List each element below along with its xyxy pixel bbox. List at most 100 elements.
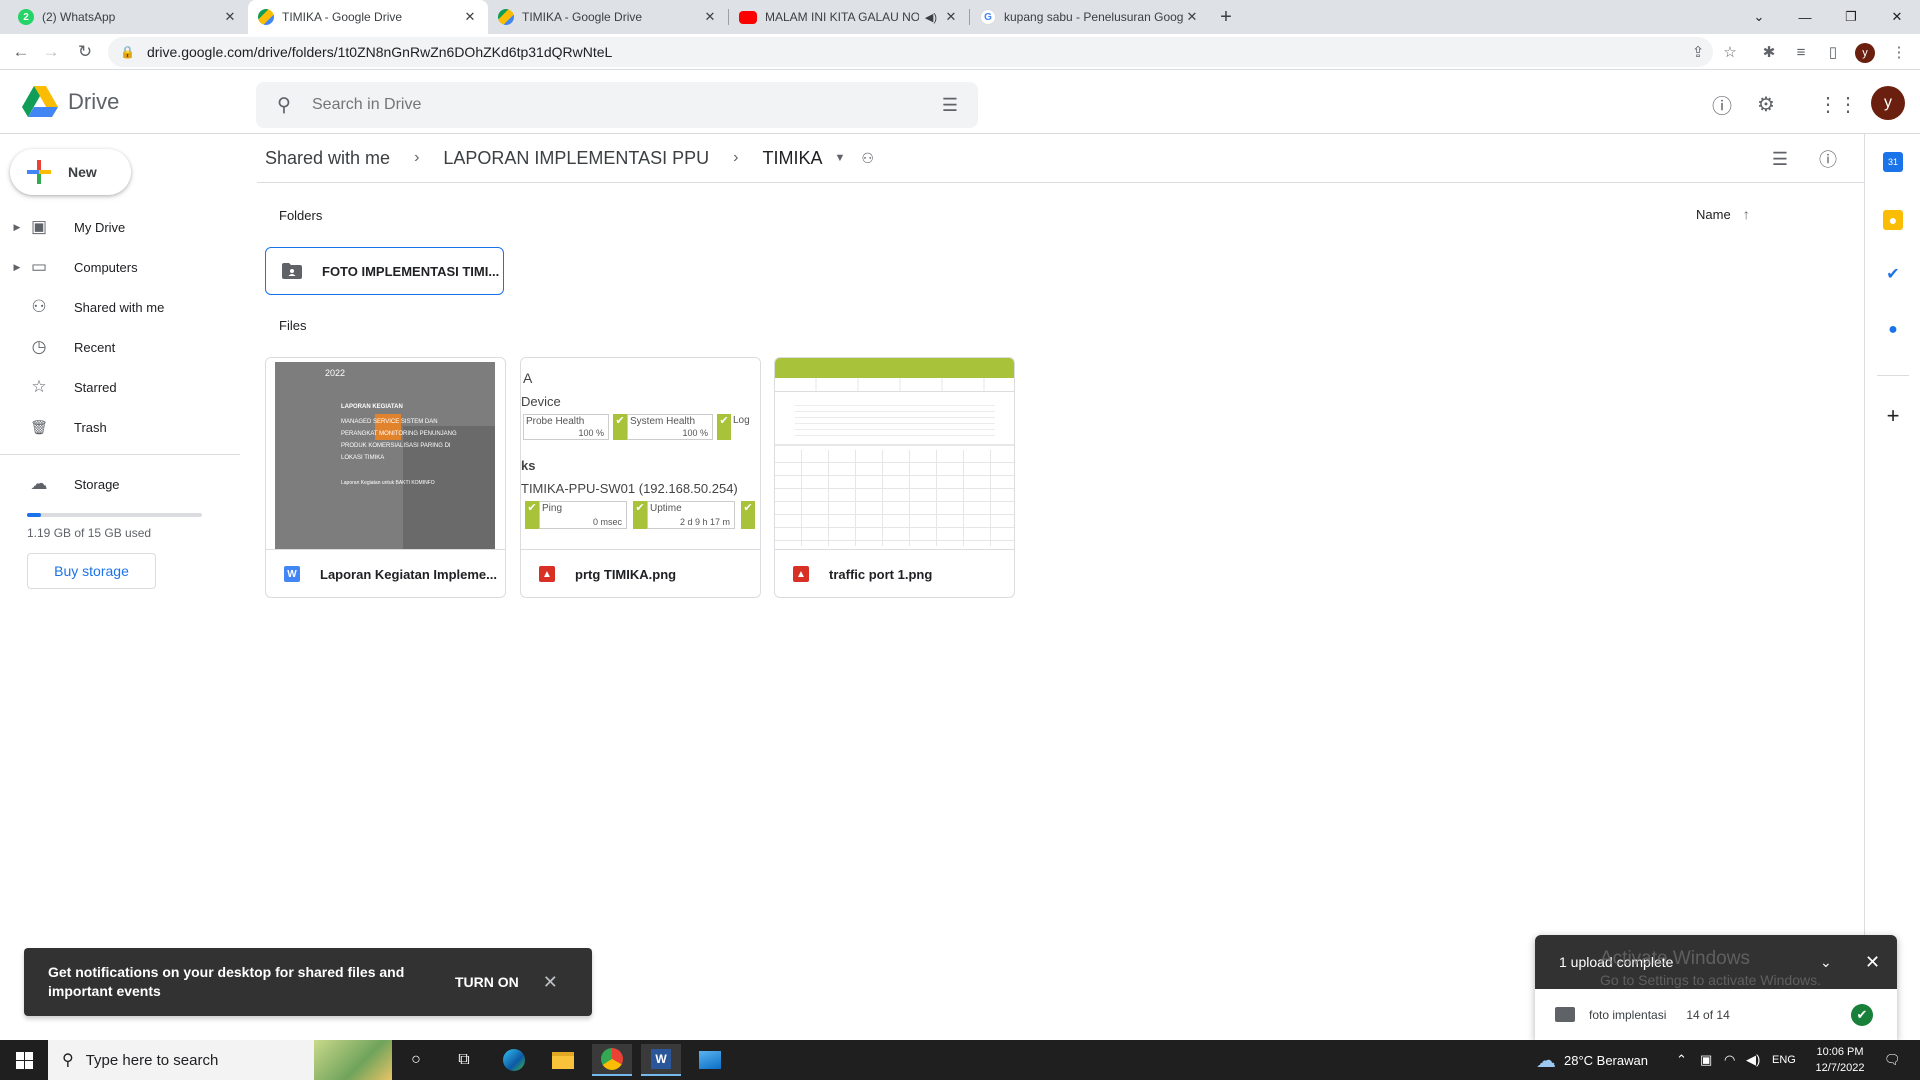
wifi-icon[interactable]: ◠ — [1724, 1040, 1735, 1080]
taskbar-clock[interactable]: 10:06 PM 12/7/2022 — [1800, 1044, 1880, 1076]
close-tab-icon[interactable]: ✕ — [1184, 9, 1200, 25]
side-panel-icon[interactable]: ▯ — [1819, 38, 1847, 66]
task-view-icon[interactable]: ⧉ — [444, 1044, 484, 1076]
new-tab-button[interactable]: + — [1214, 0, 1238, 34]
keep-icon[interactable]: ● — [1883, 210, 1903, 230]
file-explorer-icon[interactable] — [543, 1044, 583, 1076]
media-control-icon[interactable]: ≡ — [1787, 38, 1815, 66]
forward-button[interactable]: → — [37, 38, 65, 66]
sidebar-item-recent[interactable]: ◷ Recent — [0, 330, 240, 364]
close-icon[interactable]: ✕ — [1865, 952, 1880, 973]
sort-arrow-up-icon[interactable]: ↑ — [1743, 206, 1750, 222]
browser-tab[interactable]: MALAM INI KITA GALAU NO ◀) ✕ — [729, 0, 969, 34]
search-highlight-image — [314, 1040, 392, 1080]
sidebar-item-label: My Drive — [74, 219, 126, 235]
taskbar-search-placeholder: Type here to search — [85, 1051, 219, 1069]
search-icon[interactable]: ⚲ — [256, 94, 312, 117]
profile-avatar[interactable]: y — [1855, 43, 1875, 63]
sidebar-item-starred[interactable]: ☆ Starred — [0, 370, 240, 404]
file-thumbnail: A Device Probe Health 100 % ✔ System Hea… — [521, 358, 760, 550]
share-icon[interactable]: ⇪ — [1684, 38, 1712, 66]
apps-grid-icon[interactable]: ⋮⋮ — [1818, 86, 1858, 122]
windows-start-button[interactable] — [0, 1040, 48, 1080]
buy-storage-button[interactable]: Buy storage — [27, 553, 156, 589]
minimize-button[interactable]: — — [1782, 0, 1828, 34]
volume-icon[interactable]: ◀) — [1746, 1040, 1760, 1080]
drive-logo[interactable]: Drive — [22, 86, 119, 118]
close-tab-icon[interactable]: ✕ — [943, 9, 959, 25]
list-view-icon[interactable]: ☰ — [1762, 143, 1798, 175]
close-icon[interactable]: ✕ — [543, 972, 558, 993]
browser-tab[interactable]: G kupang sabu - Penelusuran Goog ✕ — [970, 0, 1210, 34]
close-tab-icon[interactable]: ✕ — [222, 9, 238, 25]
extensions-icon[interactable]: ✱ — [1755, 38, 1783, 66]
help-icon[interactable]: ⓘ — [1704, 86, 1740, 122]
chevron-down-icon[interactable]: ⌄ — [1820, 954, 1832, 971]
shared-people-icon[interactable]: ⚇ — [861, 150, 874, 167]
edge-icon[interactable] — [494, 1044, 534, 1076]
search-options-icon[interactable]: ☰ — [922, 95, 978, 116]
new-button[interactable]: New — [10, 149, 131, 195]
address-bar[interactable]: 🔒 drive.google.com/drive/folders/1t0ZN8n… — [108, 37, 1713, 67]
language-indicator[interactable]: ENG — [1772, 1040, 1796, 1080]
account-avatar[interactable]: y — [1871, 86, 1905, 120]
sidebar-item-storage[interactable]: ☁ Storage — [0, 467, 240, 501]
browser-tab-active[interactable]: TIMIKA - Google Drive ✕ — [248, 0, 488, 34]
upload-header: 1 upload complete ⌄ ✕ — [1535, 935, 1897, 989]
taskbar-search[interactable]: ⚲ Type here to search — [48, 1040, 392, 1080]
turn-on-button[interactable]: TURN ON — [455, 974, 519, 990]
search-bar[interactable]: ⚲ ☰ — [256, 82, 978, 128]
contacts-icon[interactable]: ● — [1883, 320, 1903, 340]
restore-button[interactable]: ❐ — [1828, 0, 1874, 34]
photos-icon[interactable] — [690, 1044, 730, 1076]
file-card[interactable]: ▲ traffic port 1.png — [774, 357, 1015, 598]
breadcrumb-current[interactable]: TIMIKA — [754, 146, 830, 171]
menu-kebab-icon[interactable]: ⋮ — [1885, 38, 1913, 66]
browser-tab[interactable]: 2 (2) WhatsApp ✕ — [8, 0, 248, 34]
close-window-button[interactable]: ✕ — [1874, 0, 1920, 34]
plus-icon — [26, 159, 52, 185]
chevron-right-icon: › — [733, 149, 739, 166]
file-meta: ▲ traffic port 1.png — [775, 550, 1014, 597]
tray-chevron-icon[interactable]: ⌃ — [1676, 1040, 1687, 1080]
browser-toolbar: ← → ↻ 🔒 drive.google.com/drive/folders/1… — [0, 34, 1920, 70]
sort-control[interactable]: Name ↑ — [1696, 206, 1750, 222]
breadcrumb-item[interactable]: LAPORAN IMPLEMENTASI PPU — [435, 146, 717, 171]
drive-logo-icon — [22, 86, 58, 117]
folder-card[interactable]: FOTO IMPLEMENTASI TIMI... — [265, 247, 504, 295]
breadcrumb-item[interactable]: Shared with me — [257, 146, 398, 171]
word-icon[interactable]: W — [641, 1044, 681, 1076]
expand-caret-icon[interactable]: ▶ — [10, 222, 24, 233]
close-tab-icon[interactable]: ✕ — [462, 9, 478, 25]
file-card[interactable]: A Device Probe Health 100 % ✔ System Hea… — [520, 357, 761, 598]
weather-widget[interactable]: ☁ 28°C Berawan — [1536, 1040, 1648, 1080]
bookmark-star-icon[interactable]: ☆ — [1716, 38, 1744, 66]
back-button[interactable]: ← — [7, 38, 35, 66]
sidebar-item-my-drive[interactable]: ▶ ▣ My Drive — [0, 210, 240, 244]
sidebar-item-label: Storage — [74, 476, 120, 492]
cortana-icon[interactable]: ○ — [396, 1044, 436, 1076]
tasks-icon[interactable]: ✔ — [1883, 264, 1903, 284]
file-card[interactable]: 2022 LAPORAN KEGIATAN MANAGED SERVICE SI… — [265, 357, 506, 598]
sidebar-item-computers[interactable]: ▶ ▭ Computers — [0, 250, 240, 284]
settings-gear-icon[interactable]: ⚙ — [1748, 86, 1784, 122]
tab-search-icon[interactable]: ⌄ — [1736, 0, 1782, 34]
calendar-icon[interactable]: 31 — [1883, 152, 1903, 172]
details-info-icon[interactable]: ⓘ — [1810, 143, 1846, 175]
browser-tab[interactable]: TIMIKA - Google Drive ✕ — [488, 0, 728, 34]
panel-divider — [1877, 375, 1909, 376]
drive-icon — [498, 9, 514, 25]
close-tab-icon[interactable]: ✕ — [702, 9, 718, 25]
add-addon-icon[interactable]: + — [1883, 403, 1903, 428]
reload-button[interactable]: ↻ — [71, 38, 99, 66]
dropdown-arrow-icon[interactable]: ▼ — [834, 152, 845, 164]
expand-caret-icon[interactable]: ▶ — [10, 262, 24, 273]
sidebar-item-trash[interactable]: 🗑 Trash — [0, 410, 240, 444]
upload-item[interactable]: foto implentasi 14 of 14 ✔ — [1535, 989, 1897, 1040]
sidebar-item-shared-with-me[interactable]: ⚇ Shared with me — [0, 290, 240, 324]
chrome-icon[interactable] — [592, 1044, 632, 1076]
search-input[interactable] — [312, 96, 922, 114]
speaker-icon[interactable]: ◀) — [925, 11, 937, 24]
notification-center-icon[interactable]: 🗨 — [1884, 1040, 1901, 1080]
network-monitor-icon[interactable]: ▣ — [1700, 1040, 1712, 1080]
